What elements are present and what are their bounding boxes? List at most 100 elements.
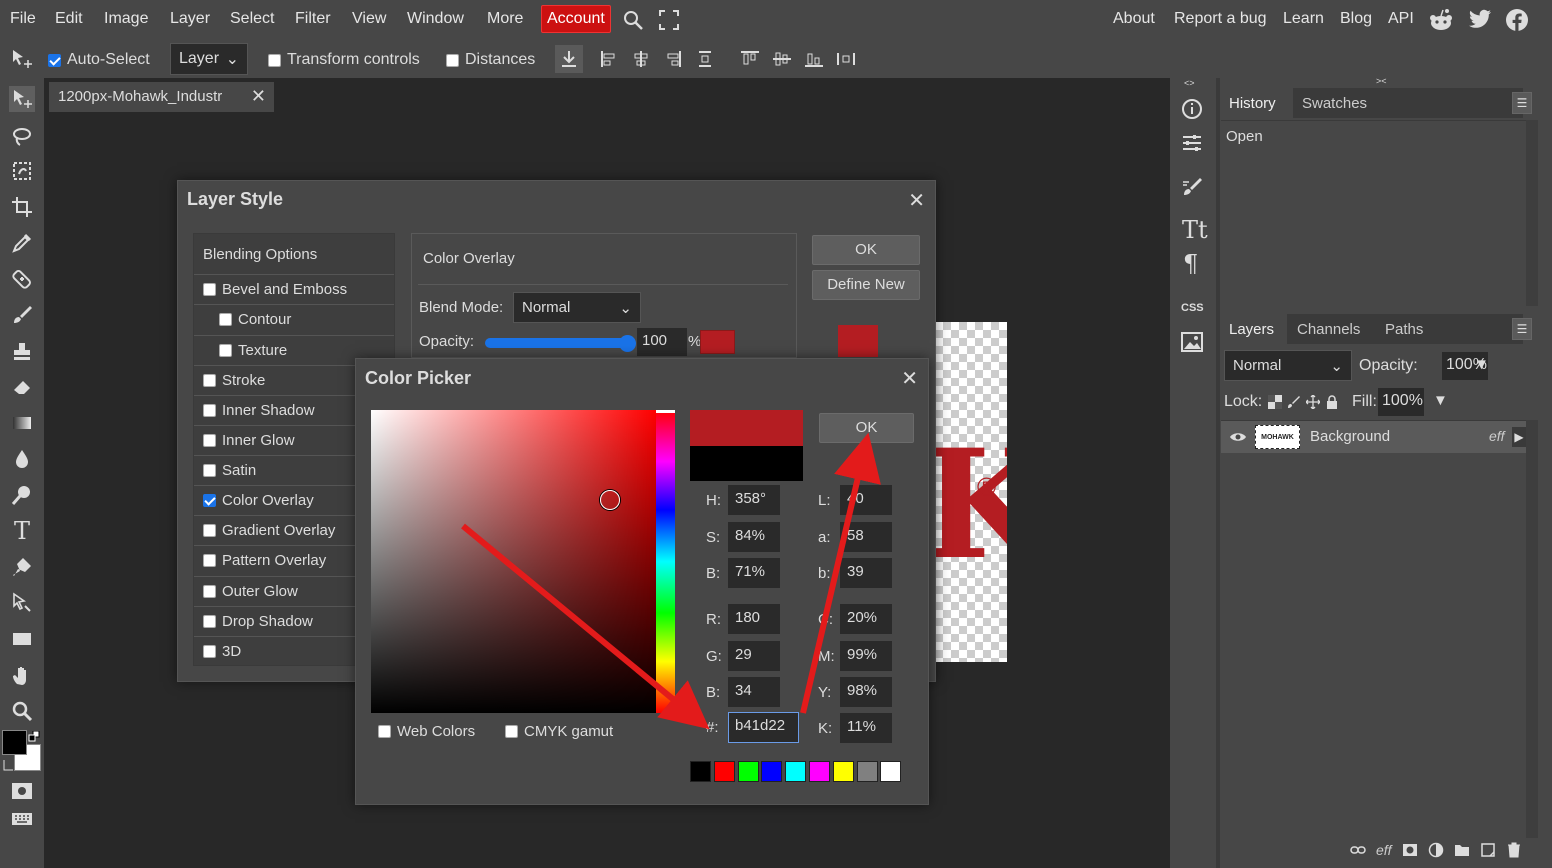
- cmyk-gamut-checkbox[interactable]: CMYK gamut: [505, 723, 613, 740]
- color-field-input[interactable]: 84%: [728, 522, 780, 552]
- align-bottom-icon[interactable]: [804, 50, 824, 68]
- layer-style-checkbox[interactable]: [203, 645, 216, 658]
- color-field-input[interactable]: 34: [728, 677, 780, 707]
- color-field-input[interactable]: 29: [728, 641, 780, 671]
- color-field-input[interactable]: 39: [840, 558, 892, 588]
- layer-style-ok-button[interactable]: OK: [812, 235, 920, 265]
- download-icon[interactable]: [555, 45, 583, 73]
- color-picker-ok-button[interactable]: OK: [819, 413, 914, 443]
- opacity-input[interactable]: 100: [637, 328, 687, 356]
- adjustments-icon[interactable]: [1181, 132, 1203, 154]
- align-middle-icon[interactable]: [772, 50, 792, 68]
- lock-position-icon[interactable]: [1306, 395, 1320, 409]
- color-field-input[interactable]: 99%: [840, 641, 892, 671]
- lock-transparency-icon[interactable]: [1268, 395, 1282, 409]
- menu-edit[interactable]: Edit: [55, 10, 83, 28]
- layers-scrollbar[interactable]: [1526, 420, 1538, 838]
- align-center-icon[interactable]: [632, 50, 650, 68]
- layer-fill-input[interactable]: 100%: [1378, 388, 1424, 416]
- expand-arrows-icon[interactable]: ><: [1376, 76, 1387, 86]
- color-field-input[interactable]: 180: [728, 604, 780, 634]
- brush-tool-icon[interactable]: [9, 302, 35, 328]
- menu-view[interactable]: View: [352, 10, 386, 28]
- tab-history[interactable]: History: [1221, 88, 1293, 120]
- reset-colors-icon[interactable]: [2, 758, 14, 772]
- layer-row-background[interactable]: MOHAWK Background eff ▶: [1221, 421, 1526, 453]
- crop-tool-icon[interactable]: [9, 194, 35, 220]
- menu-blog[interactable]: Blog: [1340, 10, 1372, 28]
- document-tab[interactable]: 1200px-Mohawk_Industr ✕: [49, 82, 274, 112]
- distances-checkbox[interactable]: Distances: [446, 51, 535, 69]
- layer-style-checkbox[interactable]: [203, 374, 216, 387]
- pen-tool-icon[interactable]: [9, 554, 35, 580]
- info-icon[interactable]: [1181, 98, 1203, 120]
- layer-style-checkbox[interactable]: [203, 434, 216, 447]
- auto-select-mode-dropdown[interactable]: Layer ⌄: [170, 43, 248, 75]
- menu-api[interactable]: API: [1388, 10, 1414, 28]
- hue-slider-handle[interactable]: [656, 410, 675, 413]
- tab-channels[interactable]: Channels: [1297, 321, 1360, 338]
- lasso-tool-icon[interactable]: [9, 123, 35, 149]
- web-colors-checkbox[interactable]: Web Colors: [378, 723, 475, 740]
- define-new-button[interactable]: Define New: [812, 270, 920, 300]
- hex-input[interactable]: b41d22: [728, 712, 799, 743]
- gradient-tool-icon[interactable]: [9, 410, 35, 436]
- menu-learn[interactable]: Learn: [1283, 10, 1324, 28]
- eyedropper-icon[interactable]: [9, 230, 35, 256]
- path-select-icon[interactable]: [9, 590, 35, 616]
- preset-swatch[interactable]: [713, 761, 735, 782]
- tab-swatches[interactable]: Swatches: [1302, 95, 1367, 112]
- layer-blend-dropdown[interactable]: Normal ⌄: [1224, 350, 1352, 381]
- layer-style-item[interactable]: Contour: [194, 304, 394, 334]
- opacity-slider[interactable]: [485, 338, 635, 348]
- account-button[interactable]: Account: [541, 5, 611, 33]
- close-icon[interactable]: ✕: [901, 366, 918, 391]
- distribute-horizontal-icon[interactable]: [836, 50, 856, 68]
- add-effect-icon[interactable]: eff: [1376, 842, 1392, 858]
- hand-tool-icon[interactable]: [9, 662, 35, 688]
- saturation-brightness-field[interactable]: [371, 410, 656, 713]
- layer-style-checkbox[interactable]: [203, 464, 216, 477]
- distribute-vertical-icon[interactable]: [696, 50, 714, 68]
- hue-slider[interactable]: [656, 410, 675, 713]
- rectangle-tool-icon[interactable]: [9, 626, 35, 652]
- brush-settings-icon[interactable]: [1181, 176, 1203, 198]
- zoom-tool-icon[interactable]: [9, 698, 35, 724]
- document-canvas[interactable]: K ®: [935, 322, 1007, 662]
- color-field-input[interactable]: 40: [840, 485, 892, 515]
- transform-controls-check[interactable]: [268, 53, 281, 67]
- layer-style-checkbox[interactable]: [203, 283, 216, 296]
- fullscreen-icon[interactable]: [658, 9, 680, 35]
- color-field-input[interactable]: 358°: [728, 485, 780, 515]
- twitter-icon[interactable]: [1468, 9, 1492, 35]
- align-top-icon[interactable]: [740, 50, 760, 68]
- type-tool-icon[interactable]: T: [9, 517, 35, 545]
- quick-selection-icon[interactable]: [9, 158, 35, 184]
- move-tool-icon[interactable]: [9, 86, 35, 112]
- layer-style-checkbox[interactable]: [203, 524, 216, 537]
- character-icon[interactable]: Tt: [1182, 216, 1208, 244]
- new-layer-icon[interactable]: [1480, 842, 1496, 858]
- keyboard-icon[interactable]: [9, 806, 35, 832]
- lock-all-icon[interactable]: [1325, 395, 1339, 409]
- layer-style-item[interactable]: Blending Options: [194, 234, 394, 274]
- paragraph-icon[interactable]: ¶: [1183, 250, 1198, 278]
- history-menu-icon[interactable]: ☰: [1512, 92, 1532, 114]
- add-mask-icon[interactable]: [1402, 842, 1418, 858]
- healing-brush-icon[interactable]: [9, 266, 35, 292]
- layer-style-checkbox[interactable]: [203, 554, 216, 567]
- collapse-arrows-icon[interactable]: <>: [1184, 78, 1195, 88]
- close-tab-icon[interactable]: ✕: [251, 86, 266, 107]
- color-field-input[interactable]: 98%: [840, 677, 892, 707]
- tab-layers[interactable]: Layers: [1221, 314, 1287, 346]
- preset-swatch[interactable]: [856, 761, 878, 782]
- foreground-color[interactable]: [2, 730, 27, 755]
- link-icon[interactable]: [1350, 842, 1366, 858]
- eraser-tool-icon[interactable]: [9, 374, 35, 400]
- tab-paths[interactable]: Paths: [1385, 321, 1423, 338]
- layer-style-checkbox[interactable]: [219, 313, 232, 326]
- search-icon[interactable]: [622, 9, 644, 35]
- history-scrollbar[interactable]: [1526, 120, 1538, 306]
- layer-style-checkbox[interactable]: [203, 404, 216, 417]
- color-swatches[interactable]: [2, 730, 42, 774]
